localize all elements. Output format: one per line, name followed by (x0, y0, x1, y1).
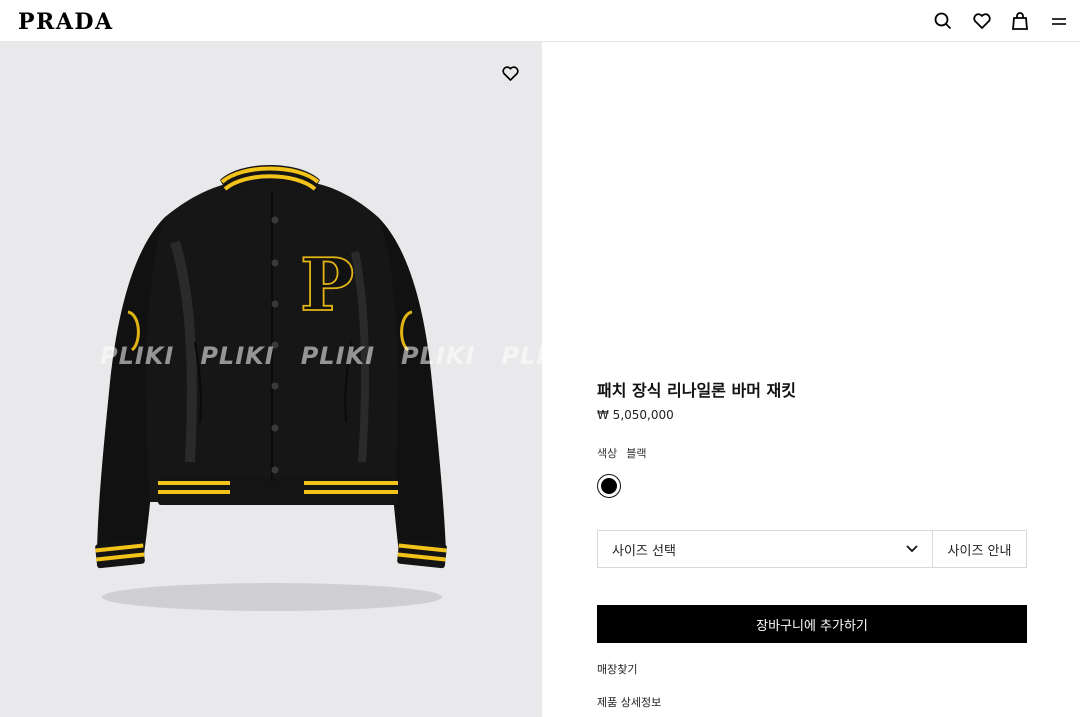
size-guide-button[interactable]: 사이즈 안내 (932, 530, 1027, 568)
color-label: 색상 (597, 447, 618, 460)
chevron-down-icon (906, 542, 918, 557)
product-price: ₩ 5,050,000 (597, 408, 674, 422)
menu-icon[interactable] (1049, 11, 1069, 31)
swatch-fill (601, 478, 617, 494)
size-select-dropdown[interactable]: 사이즈 선택 (597, 530, 933, 568)
color-info: 색상 블랙 (597, 445, 647, 461)
prada-logo[interactable]: PRADA (18, 9, 114, 35)
size-select-label: 사이즈 선택 (612, 543, 676, 559)
product-title: 패치 장식 리나일론 바머 재킷 (597, 381, 796, 400)
search-icon[interactable] (933, 11, 953, 31)
product-details: 패치 장식 리나일론 바머 재킷 ₩ 5,050,000 색상 블랙 사이즈 선… (542, 42, 1080, 717)
store-locator-link[interactable]: 매장찾기 (597, 661, 637, 677)
favorite-heart-icon[interactable] (500, 63, 520, 83)
product-details-link[interactable]: 제품 상세정보 (597, 694, 661, 710)
svg-text:P: P (300, 242, 354, 327)
watermark-text: PLIKI (401, 342, 476, 370)
bag-icon[interactable] (1010, 11, 1030, 31)
watermark-text: PLIKI (200, 342, 275, 370)
product-image: P (95, 165, 447, 611)
header: PRADA (0, 0, 1080, 42)
color-swatch-black[interactable] (597, 474, 621, 498)
product-image-gallery[interactable]: P PLIKI PLIKI PLIKI PLIKI PLI (0, 42, 542, 717)
add-to-cart-button[interactable]: 장바구니에 추가하기 (597, 605, 1027, 643)
heart-icon[interactable] (972, 11, 992, 31)
watermark-text: PLIKI (100, 342, 175, 370)
watermark-text: PLI (501, 342, 542, 370)
watermark: PLIKI PLIKI PLIKI PLIKI PLI (100, 342, 542, 370)
watermark-text: PLIKI (300, 342, 376, 370)
color-value: 블랙 (626, 447, 647, 460)
